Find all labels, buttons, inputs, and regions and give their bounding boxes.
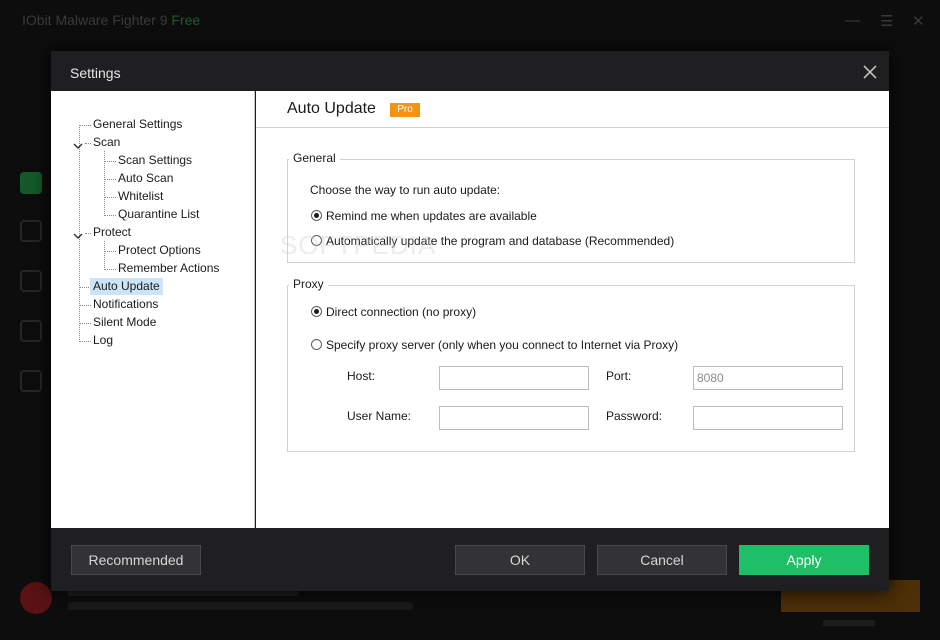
page-title: Auto Update — [287, 100, 376, 117]
update-method-prompt: Choose the way to run auto update: — [310, 183, 501, 197]
dialog-title: Settings — [70, 65, 121, 81]
proxy-server-radio[interactable] — [311, 339, 322, 350]
proxy-group-title: Proxy — [289, 277, 328, 291]
tree-item-remember-actions[interactable]: Remember Actions — [115, 260, 222, 277]
host-label: Host: — [347, 369, 376, 383]
settings-dialog: Settings General Settings Scan Scan Sett… — [51, 51, 889, 591]
proxy-server-label[interactable]: Specify proxy server (only when you conn… — [326, 338, 678, 352]
menu-icon: ☰ — [880, 13, 894, 30]
toolbox-icon — [20, 370, 42, 392]
tree-connector — [104, 241, 105, 268]
pro-badge: Pro — [390, 103, 420, 117]
direct-connection-radio[interactable] — [311, 306, 322, 317]
protect-icon — [20, 270, 42, 292]
settings-content: Auto Update Pro General Choose the way t… — [256, 91, 889, 528]
collapse-icon[interactable] — [73, 228, 83, 239]
tree-item-protect-options[interactable]: Protect Options — [115, 242, 204, 259]
recommended-button[interactable]: Recommended — [71, 545, 201, 575]
tree-item-log[interactable]: Log — [90, 332, 116, 349]
tree-item-protect[interactable]: Protect — [90, 224, 134, 241]
port-label: Port: — [606, 369, 632, 383]
tree-item-silent-mode[interactable]: Silent Mode — [90, 314, 159, 331]
port-input[interactable] — [693, 366, 843, 390]
background-link — [823, 620, 875, 626]
remind-updates-label[interactable]: Remind me when updates are available — [326, 209, 537, 223]
remind-updates-radio[interactable] — [311, 210, 322, 221]
tree-item-scan[interactable]: Scan — [90, 134, 123, 151]
username-input[interactable] — [439, 406, 589, 430]
username-label: User Name: — [347, 409, 412, 423]
tree-item-auto-scan[interactable]: Auto Scan — [115, 170, 176, 187]
general-group-title: General — [289, 151, 340, 165]
background-app-edition: Free — [171, 12, 201, 28]
tree-item-scan-settings[interactable]: Scan Settings — [115, 152, 195, 169]
scan-icon — [20, 220, 42, 242]
close-icon: ✕ — [912, 13, 925, 30]
shield-icon — [20, 320, 42, 342]
close-icon[interactable] — [859, 61, 881, 83]
minimize-icon: — — [845, 12, 860, 29]
tree-item-auto-update[interactable]: Auto Update — [90, 278, 163, 295]
password-label: Password: — [606, 409, 663, 423]
host-input[interactable] — [439, 366, 589, 390]
apply-button[interactable]: Apply — [739, 545, 869, 575]
tree-item-notifications[interactable]: Notifications — [90, 296, 161, 313]
tree-item-general-settings[interactable]: General Settings — [90, 116, 185, 133]
tree-item-quarantine-list[interactable]: Quarantine List — [115, 206, 202, 223]
direct-connection-label[interactable]: Direct connection (no proxy) — [326, 305, 476, 319]
header-divider — [256, 127, 889, 128]
tree-connector — [79, 287, 89, 288]
home-icon — [20, 172, 42, 194]
background-message-line — [68, 602, 413, 610]
background-app-title: IObit Malware Fighter 9 Free — [22, 12, 201, 28]
collapse-icon[interactable] — [73, 138, 83, 149]
tree-item-whitelist[interactable]: Whitelist — [115, 188, 166, 205]
cancel-button[interactable]: Cancel — [597, 545, 727, 575]
watermark: SOFTPEDIA — [280, 230, 437, 260]
warning-badge-icon — [20, 582, 52, 614]
ok-button[interactable]: OK — [455, 545, 585, 575]
password-input[interactable] — [693, 406, 843, 430]
settings-tree: General Settings Scan Scan Settings Auto… — [51, 91, 255, 528]
